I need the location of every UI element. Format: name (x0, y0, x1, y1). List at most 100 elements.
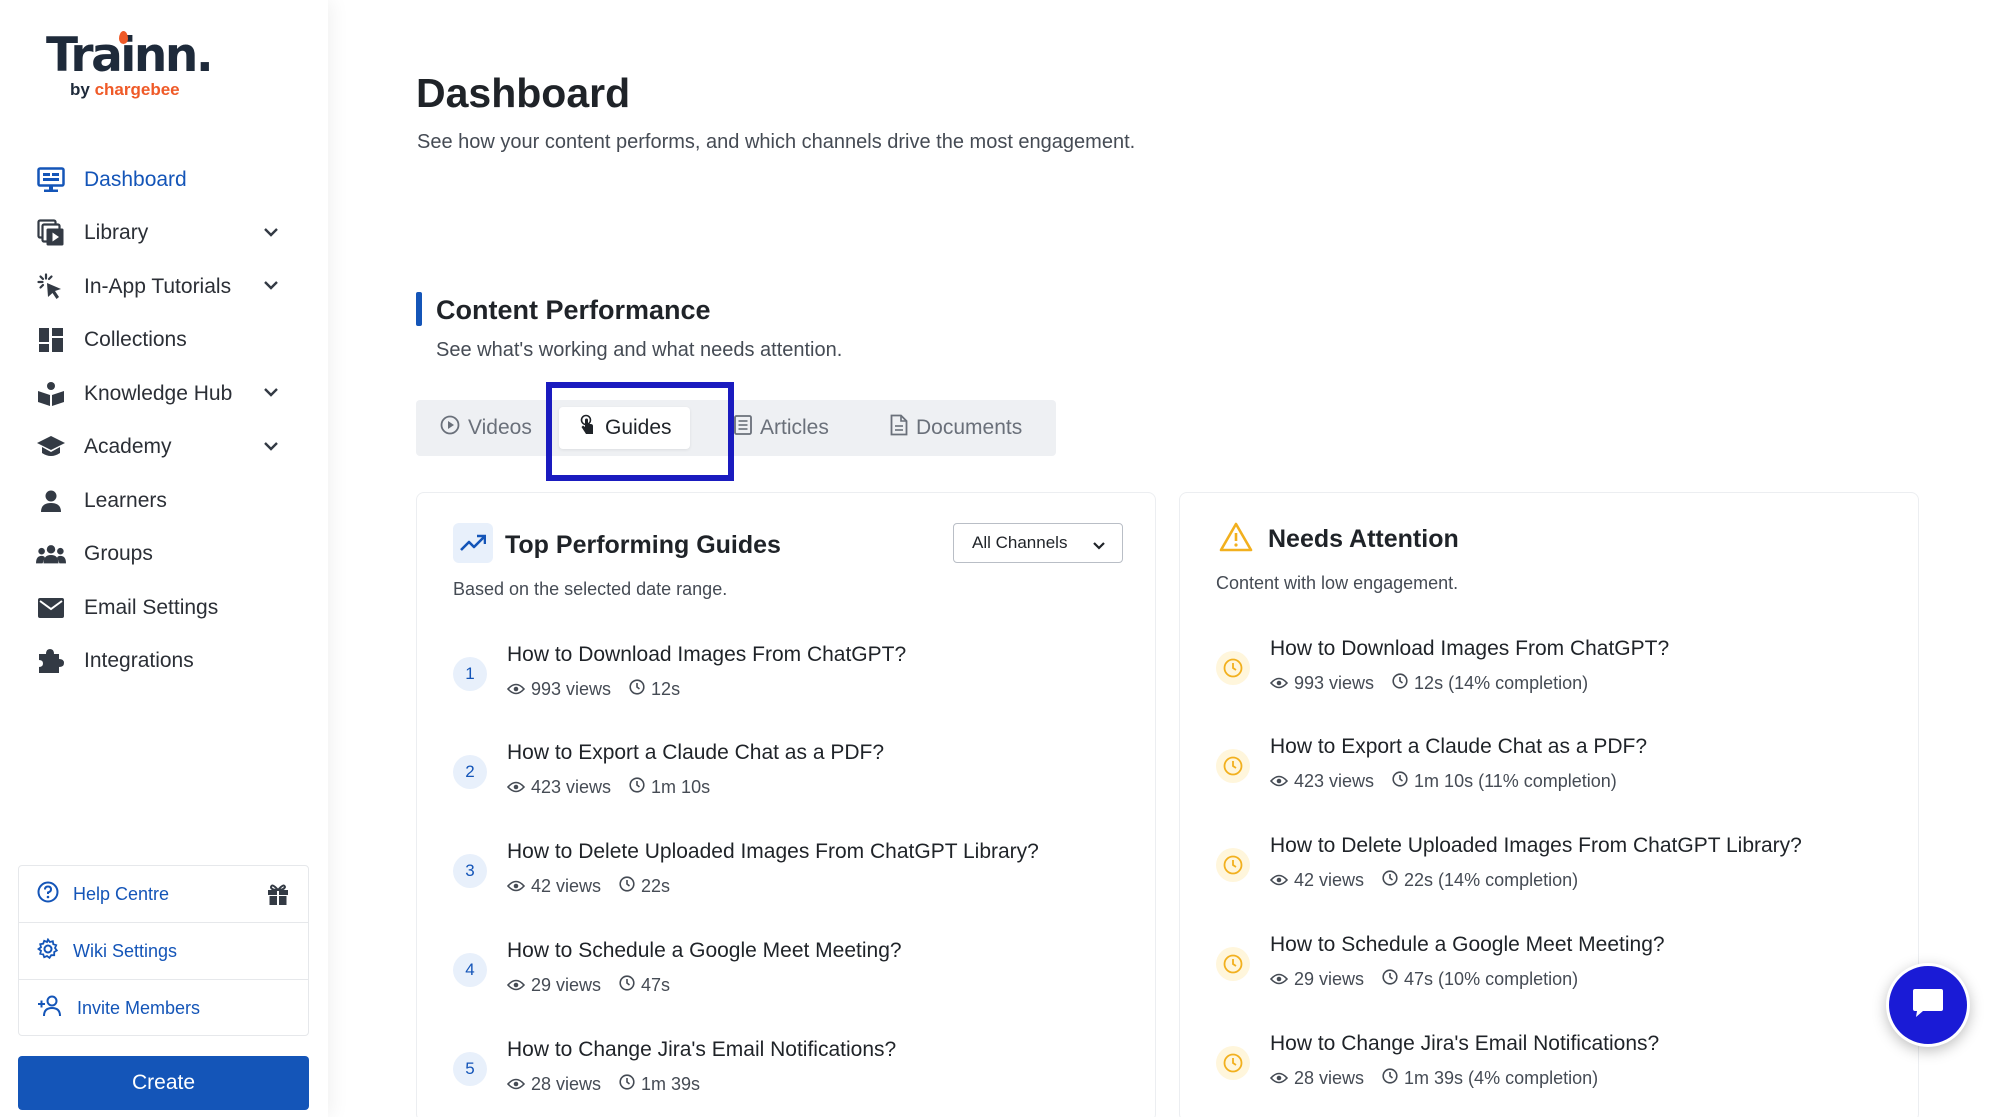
top-guide-item[interactable]: 5 How to Change Jira's Email Notificatio… (453, 1038, 1133, 1117)
chevron-down-icon[interactable] (263, 225, 279, 243)
sidebar-item-collections[interactable]: Collections (0, 314, 328, 368)
guide-meta: 993 views 12s (506, 679, 680, 700)
chevron-down-icon[interactable] (263, 278, 279, 296)
gear-icon (36, 937, 59, 965)
rank-badge: 5 (453, 1052, 487, 1086)
warning-icon (1216, 517, 1256, 557)
group-icon (36, 539, 66, 569)
guide-title[interactable]: How to Download Images From ChatGPT? (1270, 637, 1669, 661)
attention-item[interactable]: How to Schedule a Google Meet Meeting? 2… (1216, 933, 1896, 1013)
gift-icon[interactable] (266, 882, 290, 911)
guide-title[interactable]: How to Schedule a Google Meet Meeting? (1270, 933, 1665, 957)
attention-item[interactable]: How to Delete Uploaded Images From ChatG… (1216, 834, 1896, 914)
invite-members-link[interactable]: Invite Members (19, 980, 308, 1037)
attention-item[interactable]: How to Export a Claude Chat as a PDF? 42… (1216, 735, 1896, 815)
cursor-click-icon (36, 272, 66, 302)
completion-time: 1m 10s (11% completion) (1414, 771, 1617, 791)
guide-title[interactable]: How to Schedule a Google Meet Meeting? (507, 939, 902, 963)
watch-time: 1m 10s (651, 777, 711, 797)
help-centre-label: Help Centre (73, 883, 170, 904)
top-guide-item[interactable]: 2 How to Export a Claude Chat as a PDF? … (453, 741, 1133, 821)
sidebar-item-groups[interactable]: Groups (0, 528, 328, 582)
sidebar-item-learners[interactable]: Learners (0, 474, 328, 528)
eye-icon (1269, 673, 1289, 694)
play-circle-icon (440, 415, 460, 441)
views-count: 993 views (1294, 673, 1375, 693)
sidebar-item-label: Groups (84, 542, 153, 566)
eye-icon (1269, 771, 1289, 792)
wiki-settings-link[interactable]: Wiki Settings (19, 923, 308, 980)
clock-warning-icon (1216, 947, 1250, 981)
sidebar-item-library[interactable]: Library (0, 207, 328, 261)
clock-warning-icon (1216, 749, 1250, 783)
sidebar-item-academy[interactable]: Academy (0, 421, 328, 475)
sidebar-item-label: Library (84, 221, 149, 245)
eye-icon (1269, 969, 1289, 990)
sidebar-item-dashboard[interactable]: Dashboard (0, 153, 328, 207)
create-button[interactable]: Create (18, 1056, 309, 1110)
content-type-tabs: Videos Guides Articles Documents (416, 400, 1056, 456)
top-guide-item[interactable]: 3 How to Delete Uploaded Images From Cha… (453, 840, 1133, 920)
guide-title[interactable]: How to Download Images From ChatGPT? (507, 643, 906, 667)
top-guide-item[interactable]: 4 How to Schedule a Google Meet Meeting?… (453, 939, 1133, 1019)
guide-title[interactable]: How to Delete Uploaded Images From ChatG… (507, 840, 1039, 864)
needs-attention-card: Needs Attention Content with low engagem… (1179, 492, 1919, 1117)
tab-documents[interactable]: Documents (890, 407, 1022, 449)
views-count: 993 views (531, 679, 612, 699)
guide-title[interactable]: How to Export a Claude Chat as a PDF? (507, 741, 884, 765)
guide-meta: 42 views 22s (506, 876, 670, 897)
page-subtitle: See how your content performs, and which… (417, 131, 1136, 153)
chevron-down-icon[interactable] (263, 385, 279, 403)
clock-icon (629, 777, 645, 798)
wiki-settings-label: Wiki Settings (73, 940, 178, 961)
guide-meta: 28 views 1m 39s (506, 1074, 700, 1095)
views-count: 423 views (1294, 771, 1375, 791)
sidebar-item-knowledge-hub[interactable]: Knowledge Hub (0, 367, 328, 421)
tab-articles[interactable]: Articles (734, 407, 829, 449)
sidebar-item-in-app-tutorials[interactable]: In-App Tutorials (0, 260, 328, 314)
library-icon (36, 218, 66, 248)
chat-launcher-button[interactable] (1886, 963, 1970, 1047)
tab-label: Articles (760, 416, 829, 439)
guide-meta: 42 views 22s (14% completion) (1269, 870, 1578, 891)
clock-warning-icon (1216, 848, 1250, 882)
trainn-logo[interactable]: Trainn. by chargebee (46, 28, 214, 100)
clock-icon (629, 679, 645, 700)
guide-title[interactable]: How to Change Jira's Email Notifications… (507, 1038, 896, 1062)
rank-badge: 3 (453, 854, 487, 888)
top-performing-card: Top Performing Guides Based on the selec… (416, 492, 1156, 1117)
sidebar-item-integrations[interactable]: Integrations (0, 635, 328, 689)
tab-videos[interactable]: Videos (440, 407, 532, 449)
completion-time: 12s (14% completion) (1414, 673, 1589, 693)
attention-item[interactable]: How to Change Jira's Email Notifications… (1216, 1032, 1896, 1112)
clock-icon (1382, 969, 1398, 990)
sidebar-nav: Dashboard Library In-App Tutorials Colle… (0, 153, 328, 688)
person-icon (36, 486, 66, 516)
clock-icon (1392, 673, 1408, 694)
sidebar-item-label: In-App Tutorials (84, 274, 232, 298)
add-user-icon (37, 995, 63, 1022)
logo-flame-icon (119, 31, 128, 44)
sidebar-item-label: Collections (84, 328, 187, 352)
sidebar-item-label: Email Settings (84, 595, 219, 619)
top-guide-item[interactable]: 1 How to Download Images From ChatGPT? 9… (453, 643, 1133, 723)
sidebar-item-email-settings[interactable]: Email Settings (0, 581, 328, 635)
channel-select[interactable]: All Channels (953, 523, 1123, 563)
watch-time: 47s (641, 975, 671, 995)
guide-title[interactable]: How to Change Jira's Email Notifications… (1270, 1032, 1659, 1056)
eye-icon (1269, 870, 1289, 891)
clock-icon (619, 876, 635, 897)
chevron-down-icon[interactable] (263, 439, 279, 457)
attention-item[interactable]: How to Download Images From ChatGPT? 993… (1216, 637, 1896, 717)
guide-title[interactable]: How to Delete Uploaded Images From ChatG… (1270, 834, 1802, 858)
help-centre-link[interactable]: Help Centre (19, 866, 308, 923)
logo-wordmark: Trainn. (46, 28, 214, 83)
mail-icon (36, 593, 66, 623)
eye-icon (506, 1074, 526, 1095)
guide-meta: 29 views 47s (506, 975, 671, 996)
guide-title[interactable]: How to Export a Claude Chat as a PDF? (1270, 735, 1647, 759)
guides-tab-highlight (546, 382, 734, 481)
help-links-panel: Help Centre Wiki Settings Invite Members (18, 865, 309, 1036)
guide-meta: 423 views 1m 10s (506, 777, 711, 798)
page-title: Dashboard (416, 70, 631, 116)
